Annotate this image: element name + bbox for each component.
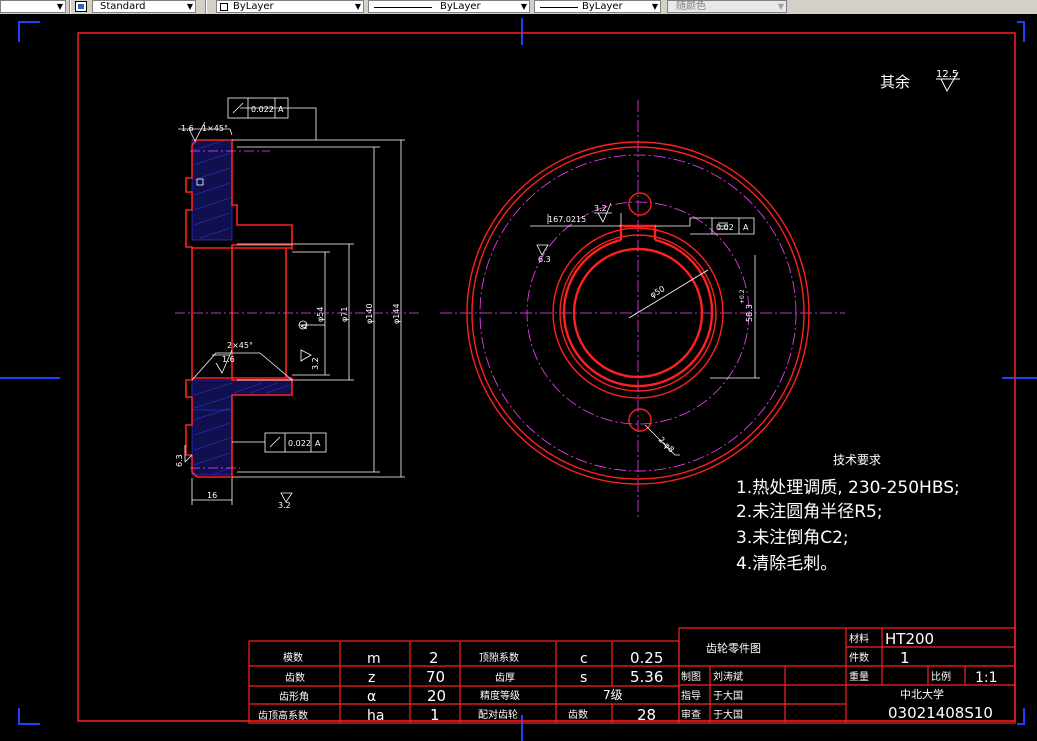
param-val2-3: 7级 xyxy=(603,688,623,702)
front-roughness-1: 3.2 xyxy=(594,204,607,213)
section-datum: A xyxy=(278,105,284,114)
dim-167: 167.0215 xyxy=(548,215,586,224)
color-dropdown[interactable]: 随颜色 ▼ xyxy=(667,0,787,13)
section-chamfer-1: 1×45° xyxy=(202,124,228,133)
school-name: 中北大学 xyxy=(900,687,944,701)
dim-phi71: φ71 xyxy=(340,307,349,322)
tech-title: 技术要求 xyxy=(833,453,881,467)
layer-value: ByLayer xyxy=(233,1,274,12)
drawing-number: 03021408S10 xyxy=(888,704,993,722)
section-chamfer-2: 2×45° xyxy=(227,341,253,350)
param-name-2: 齿数 xyxy=(285,671,305,684)
chevron-down-icon: ▼ xyxy=(56,2,63,11)
section-roughness-4: 6.3 xyxy=(175,454,184,467)
section-roughness-3: 3.2 xyxy=(311,357,320,370)
param-sym2-4: 齿数 xyxy=(568,708,588,721)
param-sym2-2: s xyxy=(580,670,587,686)
dim-58-3: 58.3 xyxy=(745,304,754,322)
dim-58-3-tol: +0.2 xyxy=(739,289,746,304)
section-datum-marker: A xyxy=(300,323,309,329)
section-roughness-5: 3.2 xyxy=(278,501,291,510)
chevron-down-icon: ▼ xyxy=(520,2,527,11)
dim-phi144: φ144 xyxy=(392,303,401,324)
dim-phi140: φ140 xyxy=(365,303,374,324)
section-tol-value: 0.022 xyxy=(251,105,274,114)
param-val-1: 2 xyxy=(429,649,439,667)
section-roughness-1: 1.6 xyxy=(181,124,194,133)
tech-line-3: 3.未注倒角C2; xyxy=(736,528,849,548)
title-block-name: 齿轮零件图 xyxy=(706,641,761,655)
front-tol-value: 0.02 xyxy=(716,223,734,232)
param-name2-2: 齿厚 xyxy=(495,672,515,684)
chevron-down-icon: ▼ xyxy=(651,2,658,11)
linetype-dropdown[interactable]: ByLayer ▼ xyxy=(368,0,530,13)
dim-16: 16 xyxy=(207,491,217,500)
toolbar-separator xyxy=(205,0,207,14)
lineweight-value: ByLayer xyxy=(582,1,623,12)
toolbar-separator xyxy=(69,0,71,14)
roughness-note-value: 12.5 xyxy=(936,69,958,80)
prev-style-dropdown[interactable]: ▼ xyxy=(0,0,66,13)
linetype-value: ByLayer xyxy=(440,1,481,12)
scale-value: 1:1 xyxy=(975,670,998,686)
front-datum: A xyxy=(743,223,749,232)
param-sym-4: ha xyxy=(367,708,384,724)
param-sym-3: α xyxy=(367,689,376,705)
drawn-value: 刘涛斌 xyxy=(713,670,743,683)
param-sym-1: m xyxy=(367,651,381,667)
weight-label: 重量 xyxy=(849,670,869,683)
text-style-dropdown[interactable]: Standard ▼ xyxy=(92,0,196,13)
check-label: 审查 xyxy=(681,708,701,721)
roughness-note-text: 其余 xyxy=(880,73,910,91)
chevron-down-icon: ▼ xyxy=(777,2,784,11)
qty-label: 件数 xyxy=(849,651,869,664)
param-name2-1: 顶隙系数 xyxy=(479,651,519,664)
param-name-3: 齿形角 xyxy=(279,691,309,703)
qty-value: 1 xyxy=(900,649,910,667)
param-val2-1: 0.25 xyxy=(630,649,663,667)
param-name2-4: 配对齿轮 xyxy=(478,708,518,721)
guide-label: 指导 xyxy=(681,689,701,702)
param-name-1: 模数 xyxy=(283,651,303,664)
lineweight-dropdown[interactable]: ByLayer ▼ xyxy=(534,0,661,13)
param-val-2: 70 xyxy=(426,668,445,686)
param-sym2-1: c xyxy=(580,651,588,667)
properties-toolbar: ▼ Standard ▼ ByLayer ▼ ByLayer ▼ ByLayer… xyxy=(0,0,1037,15)
tech-line-2: 2.未注圆角半径R5; xyxy=(736,502,883,522)
material-label: 材料 xyxy=(849,632,869,645)
drawn-label: 制图 xyxy=(681,670,701,683)
lineweight-preview xyxy=(540,7,578,8)
tech-line-1: 1.热处理调质, 230-250HBS; xyxy=(736,478,960,498)
tech-line-4: 4.清除毛刺。 xyxy=(736,554,837,574)
param-val-4: 1 xyxy=(430,706,440,724)
scale-label: 比例 xyxy=(931,670,951,683)
section-roughness-2: 1.6 xyxy=(222,355,235,364)
param-val2-4: 28 xyxy=(637,706,656,724)
front-roughness-2: 6.3 xyxy=(538,255,551,264)
linetype-preview xyxy=(374,7,432,8)
text-style-value: Standard xyxy=(100,1,146,12)
param-sym-2: z xyxy=(368,670,375,686)
section-datum-2: A xyxy=(315,439,321,448)
chevron-down-icon: ▼ xyxy=(186,2,193,11)
color-swatch-icon xyxy=(220,3,228,11)
param-val-3: 20 xyxy=(427,687,446,705)
guide-value: 于大国 xyxy=(713,689,743,702)
layer-dropdown[interactable]: ByLayer ▼ xyxy=(216,0,364,13)
param-val2-2: 5.36 xyxy=(630,668,663,686)
dim-phi54: φ54 xyxy=(316,307,325,322)
text-style-icon[interactable] xyxy=(75,1,87,12)
color-value: 随颜色 xyxy=(676,1,706,12)
section-tol2-value: 0.022 xyxy=(288,439,311,448)
material-value: HT200 xyxy=(885,630,934,648)
chevron-down-icon: ▼ xyxy=(354,2,361,11)
drawing-canvas[interactable]: 其余 12.5 1.6 1×45° 0.022 A 2×45° 1.6 φ54 … xyxy=(0,14,1037,741)
param-name-4: 齿顶高系数 xyxy=(258,709,308,722)
check-value: 于大国 xyxy=(713,708,743,721)
param-name2-3: 精度等级 xyxy=(480,689,520,702)
